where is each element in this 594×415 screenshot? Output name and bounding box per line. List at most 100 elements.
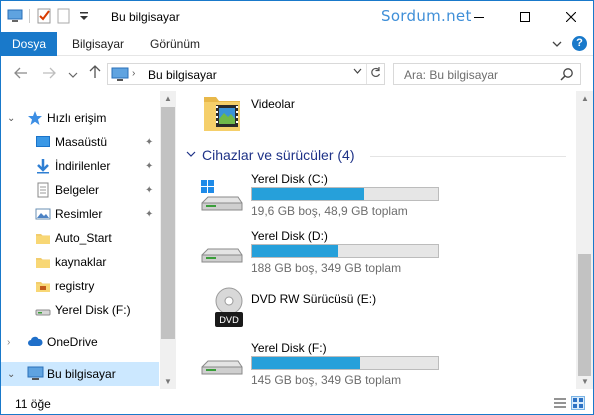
drive-free-space: 19,6 GB boş, 48,9 GB toplam bbox=[251, 204, 408, 218]
nav-item-label: Resimler bbox=[55, 207, 103, 221]
pin-icon[interactable]: ✦ bbox=[145, 137, 153, 148]
videos-folder-icon bbox=[202, 91, 242, 134]
nav-item-label: Belgeler bbox=[55, 183, 100, 197]
pin-icon[interactable]: ✦ bbox=[145, 209, 153, 220]
expand-chevron-icon[interactable]: ⌄ bbox=[7, 113, 15, 124]
nav-item-kaynaklar[interactable]: kaynaklar bbox=[1, 250, 159, 274]
minimize-button[interactable] bbox=[456, 1, 502, 32]
search-box[interactable]: Ara: Bu bilgisayar bbox=[393, 63, 581, 85]
toolbar-divider bbox=[29, 9, 30, 23]
drive-name: Yerel Disk (D:) bbox=[251, 229, 328, 243]
windows-drive-icon bbox=[198, 179, 244, 218]
address-dropdown-icon[interactable] bbox=[353, 67, 362, 78]
minimize-icon bbox=[474, 16, 484, 18]
address-path[interactable]: Bu bilgisayar bbox=[148, 68, 217, 82]
help-button[interactable]: ? bbox=[572, 36, 587, 51]
content-pane: Videolar Cihazlar ve sürücüler (4) Yerel bbox=[176, 91, 576, 389]
tiles-view-icon[interactable] bbox=[571, 396, 585, 410]
nav-item-label: OneDrive bbox=[47, 335, 98, 349]
close-icon bbox=[566, 11, 576, 22]
window-title: Bu bilgisayar bbox=[111, 10, 180, 24]
drive-free-space: 188 GB boş, 349 GB toplam bbox=[251, 261, 402, 275]
collapse-chevron-icon[interactable] bbox=[186, 150, 196, 161]
nav-item-quick-access[interactable]: ⌄ Hızlı erişim bbox=[1, 106, 159, 130]
tab-view[interactable]: Görünüm bbox=[150, 32, 200, 56]
back-button[interactable] bbox=[11, 65, 31, 83]
expand-chevron-icon[interactable]: › bbox=[7, 337, 10, 348]
drive-icon bbox=[198, 357, 244, 384]
up-arrow-icon bbox=[89, 65, 101, 78]
nav-item-auto-start[interactable]: Auto_Start bbox=[1, 226, 159, 250]
details-view-icon[interactable] bbox=[553, 396, 567, 410]
documents-icon bbox=[35, 182, 51, 198]
tab-file[interactable]: Dosya bbox=[1, 32, 57, 56]
recent-locations-button[interactable] bbox=[63, 65, 83, 83]
breadcrumb-separator-icon[interactable]: › bbox=[132, 68, 135, 79]
address-bar[interactable]: › Bu bilgisayar bbox=[107, 63, 385, 85]
cloud-icon bbox=[27, 334, 43, 350]
nav-item-label: Bu bilgisayar bbox=[47, 367, 116, 381]
close-button[interactable] bbox=[548, 1, 593, 32]
computer-icon bbox=[27, 366, 44, 382]
drive-usage-fill bbox=[252, 245, 338, 257]
refresh-icon bbox=[371, 67, 381, 78]
expand-ribbon-chevron-icon[interactable] bbox=[552, 37, 562, 51]
nav-item-onedrive[interactable]: › OneDrive bbox=[1, 330, 159, 354]
search-placeholder: Ara: Bu bilgisayar bbox=[404, 68, 499, 82]
explorer-window: Bu bilgisayar Sordum.net Dosya Bilgisaya… bbox=[0, 0, 594, 415]
scroll-up-arrow-icon[interactable]: ▲ bbox=[164, 94, 172, 103]
content-scrollbar[interactable]: ▲ ▼ bbox=[576, 91, 593, 389]
forward-arrow-icon bbox=[43, 67, 56, 79]
properties-icon[interactable] bbox=[36, 8, 52, 24]
up-button[interactable] bbox=[85, 65, 105, 83]
title-bar: Bu bilgisayar Sordum.net bbox=[1, 1, 593, 32]
navigation-pane: ⌄ Hızlı erişim Masaüstü ✦ İndirilenler ✦ bbox=[1, 91, 176, 389]
nav-item-registry[interactable]: registry bbox=[1, 274, 159, 298]
nav-item-pictures[interactable]: Resimler ✦ bbox=[1, 202, 159, 226]
desktop-icon bbox=[35, 134, 51, 150]
drive-icon bbox=[198, 245, 244, 272]
drive-name: Yerel Disk (F:) bbox=[251, 341, 327, 355]
nav-item-downloads[interactable]: İndirilenler ✦ bbox=[1, 154, 159, 178]
drive-usage-bar bbox=[251, 244, 439, 258]
chevron-down-icon bbox=[68, 72, 78, 78]
registry-folder-icon bbox=[35, 278, 51, 294]
scroll-up-arrow-icon[interactable]: ▲ bbox=[581, 94, 589, 103]
nav-item-label: Auto_Start bbox=[55, 231, 112, 245]
pin-icon[interactable]: ✦ bbox=[145, 161, 153, 172]
drive-free-space: 145 GB boş, 349 GB toplam bbox=[251, 373, 402, 387]
nav-item-label: İndirilenler bbox=[55, 159, 111, 173]
dvd-label: DVD bbox=[219, 316, 239, 326]
quick-access-toolbar bbox=[7, 8, 96, 24]
scrollbar-thumb[interactable] bbox=[578, 254, 591, 376]
drive-usage-fill bbox=[252, 357, 360, 369]
search-icon[interactable] bbox=[560, 67, 574, 84]
new-folder-icon[interactable] bbox=[56, 8, 72, 24]
customize-toolbar-dropdown-icon[interactable] bbox=[76, 8, 92, 24]
tab-computer[interactable]: Bilgisayar bbox=[72, 32, 124, 56]
computer-icon bbox=[111, 67, 129, 85]
drive-name: Yerel Disk (C:) bbox=[251, 172, 328, 186]
navigation-pane-scrollbar[interactable]: ▲ ▼ bbox=[160, 91, 176, 389]
maximize-icon bbox=[520, 11, 530, 22]
scroll-down-arrow-icon[interactable]: ▼ bbox=[581, 377, 589, 386]
nav-item-documents[interactable]: Belgeler ✦ bbox=[1, 178, 159, 202]
group-header-devices[interactable]: Cihazlar ve sürücüler (4) bbox=[186, 147, 355, 163]
nav-item-this-pc[interactable]: ⌄ Bu bilgisayar bbox=[1, 362, 159, 386]
ribbon-right-controls: ? bbox=[552, 36, 587, 51]
nav-item-local-disk-f[interactable]: Yerel Disk (F:) bbox=[1, 298, 159, 322]
folder-label: Videolar bbox=[251, 97, 295, 111]
pin-icon[interactable]: ✦ bbox=[145, 185, 153, 196]
scrollbar-thumb[interactable] bbox=[161, 107, 175, 339]
refresh-button[interactable] bbox=[366, 64, 384, 84]
scroll-down-arrow-icon[interactable]: ▼ bbox=[164, 377, 172, 386]
nav-item-desktop[interactable]: Masaüstü ✦ bbox=[1, 130, 159, 154]
star-icon bbox=[27, 110, 43, 126]
forward-button[interactable] bbox=[39, 65, 59, 83]
drive-name: DVD RW Sürücüsü (E:) bbox=[251, 292, 377, 306]
nav-item-label: registry bbox=[55, 279, 95, 293]
nav-item-label: Hızlı erişim bbox=[47, 111, 107, 125]
maximize-button[interactable] bbox=[502, 1, 548, 32]
navigation-bar: › Bu bilgisayar Ara: Bu bilgisayar bbox=[1, 57, 593, 91]
expand-chevron-icon[interactable]: ⌄ bbox=[7, 369, 15, 380]
